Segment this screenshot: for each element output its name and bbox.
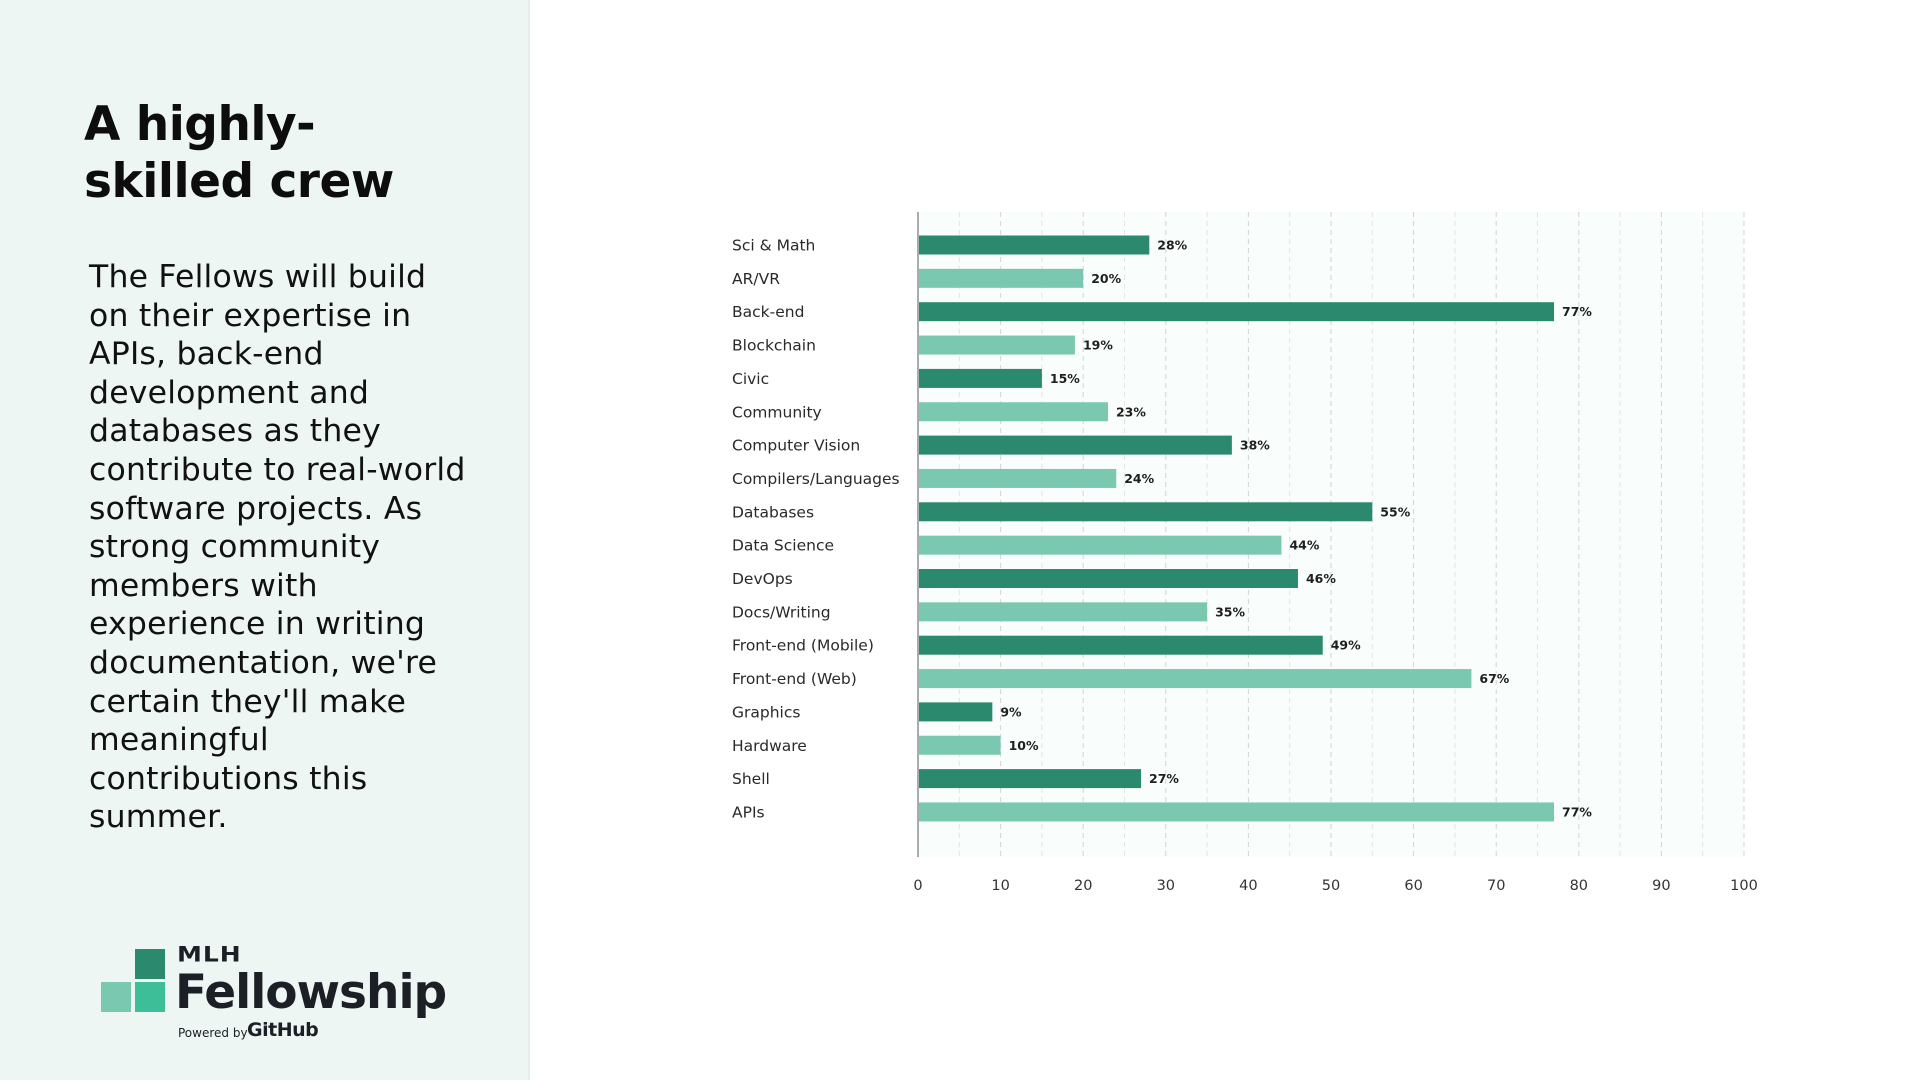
bar (918, 468, 1117, 488)
data-label: 38% (1240, 438, 1270, 453)
bar (918, 268, 1084, 288)
bar (918, 702, 993, 722)
bar (918, 302, 1555, 322)
bar (918, 669, 1472, 689)
x-tick-label: 80 (1570, 878, 1588, 894)
category-label: Databases (732, 503, 814, 521)
category-label: Community (732, 403, 822, 421)
category-label: Computer Vision (732, 437, 860, 455)
data-label: 10% (1009, 738, 1039, 753)
bar (918, 769, 1142, 789)
category-label: Hardware (732, 737, 807, 755)
category-label: APIs (732, 803, 765, 821)
x-tick-label: 0 (913, 878, 922, 894)
category-label: Compilers/Languages (732, 470, 900, 488)
data-label: 28% (1157, 238, 1187, 253)
category-label: Data Science (732, 537, 834, 555)
bar (918, 235, 1150, 255)
x-tick-label: 20 (1074, 878, 1092, 894)
data-label: 9% (1000, 704, 1022, 719)
bar (918, 735, 1001, 755)
x-tick-label: 100 (1730, 878, 1758, 894)
x-tick-label: 10 (991, 878, 1009, 894)
data-label: 27% (1149, 771, 1179, 786)
data-label: 23% (1116, 404, 1146, 419)
category-label: Shell (732, 770, 770, 788)
category-label: Front-end (Mobile) (732, 637, 874, 655)
bar (918, 368, 1042, 388)
x-tick-label: 90 (1652, 878, 1670, 894)
x-tick-label: 70 (1487, 878, 1505, 894)
data-label: 20% (1091, 271, 1121, 286)
data-label: 49% (1331, 638, 1361, 653)
data-label: 67% (1479, 671, 1509, 686)
category-label: DevOps (732, 570, 793, 588)
data-label: 55% (1380, 504, 1410, 519)
category-label: Blockchain (732, 337, 816, 355)
category-label: Civic (732, 370, 769, 388)
category-label: AR/VR (732, 270, 780, 288)
category-label: Sci & Math (732, 237, 815, 255)
data-label: 15% (1050, 371, 1080, 386)
data-label: 19% (1083, 338, 1113, 353)
x-tick-label: 60 (1404, 878, 1422, 894)
data-label: 35% (1215, 604, 1245, 619)
data-label: 77% (1562, 804, 1592, 819)
data-label: 44% (1289, 538, 1319, 553)
bar (918, 802, 1555, 822)
bar (918, 569, 1298, 588)
bar (918, 502, 1373, 522)
bar (918, 335, 1075, 355)
x-tick-label: 30 (1157, 878, 1175, 894)
skills-bar-chart: Sci & Math 28% AR/VR 20% Back-end 77% Blockcha… (732, 212, 1758, 894)
category-label: Front-end (Web) (732, 670, 857, 688)
category-label: Docs/Writing (732, 603, 831, 621)
bar (918, 635, 1323, 655)
data-label: 77% (1562, 304, 1592, 319)
data-label: 24% (1124, 471, 1154, 486)
bar (918, 602, 1208, 622)
bar (918, 435, 1232, 455)
bar (918, 535, 1282, 555)
category-label: Back-end (732, 303, 804, 321)
x-tick-label: 50 (1322, 878, 1340, 894)
category-label: Graphics (732, 703, 800, 721)
x-tick-label: 40 (1239, 878, 1257, 894)
data-label: 46% (1306, 571, 1336, 586)
bar (918, 402, 1108, 422)
